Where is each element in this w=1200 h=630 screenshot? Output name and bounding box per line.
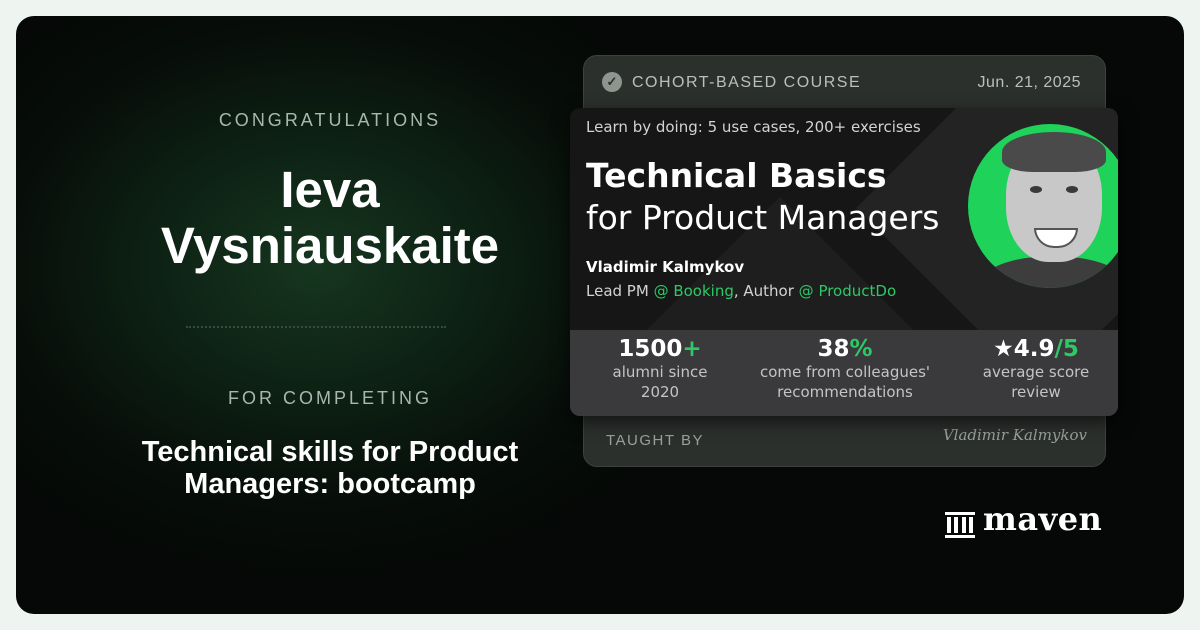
stat-alumni: 1500+ alumni since 2020 — [590, 330, 730, 402]
taught-by-label: TAUGHT BY — [606, 432, 704, 449]
course-title-line1: Technical Basics — [586, 156, 887, 195]
instructor-signature: Vladimir Kalmykov — [942, 426, 1087, 444]
stat-caption: 2020 — [640, 383, 680, 401]
stat-value: 1500 — [618, 336, 683, 362]
stat-accent: + — [682, 336, 702, 362]
instructor-role: Lead PM @ Booking, Author @ ProductDo — [586, 282, 896, 300]
course-banner: Learn by doing: 5 use cases, 200+ exerci… — [570, 108, 1118, 416]
stat-accent: /5 — [1054, 336, 1079, 362]
instructor-avatar — [968, 124, 1118, 288]
stat-rating: ★4.9/5 average score review — [966, 330, 1106, 402]
brand-name: maven — [983, 500, 1103, 538]
stat-recommendations: 38% come from colleagues' recommendation… — [750, 330, 940, 402]
stat-caption: average score — [982, 363, 1090, 381]
stat-value: ★4.9 — [993, 336, 1055, 362]
verified-check-icon: ✓ — [602, 72, 622, 92]
stat-caption: come from colleagues' — [759, 363, 931, 381]
role-mid: , Author — [733, 282, 799, 300]
stat-caption: alumni since — [612, 363, 708, 381]
congratulations-label: CONGRATULATIONS — [218, 110, 442, 130]
course-name-line2: Managers: bootcamp — [184, 468, 476, 500]
recipient-name: Ieva Vysniauskaite — [16, 162, 644, 274]
course-tagline: Learn by doing: 5 use cases, 200+ exerci… — [586, 118, 921, 136]
role-company-booking: @ Booking — [653, 282, 734, 300]
for-completing-label: FOR COMPLETING — [227, 388, 432, 408]
stat-caption: review — [1011, 383, 1061, 401]
completed-course-name: Technical skills for Product Managers: b… — [16, 436, 644, 500]
recipient-panel: CONGRATULATIONS Ieva Vysniauskaite FOR C… — [16, 16, 644, 614]
stat-value: 38 — [817, 336, 850, 362]
course-name-line1: Technical skills for Product — [141, 436, 519, 468]
recipient-first-name: Ieva — [280, 161, 380, 218]
role-company-productdo: @ ProductDo — [798, 282, 897, 300]
columns-icon — [945, 512, 975, 538]
stat-caption: recommendations — [777, 383, 913, 401]
course-date: Jun. 21, 2025 — [977, 74, 1081, 91]
instructor-name: Vladimir Kalmykov — [586, 258, 745, 276]
cohort-badge-label: COHORT-BASED COURSE — [632, 74, 862, 91]
divider — [186, 326, 446, 328]
recipient-last-name: Vysniauskaite — [160, 217, 500, 274]
course-stats: 1500+ alumni since 2020 38% come from co… — [570, 330, 1118, 416]
stat-accent: % — [849, 336, 873, 362]
course-title-line2: for Product Managers — [586, 198, 940, 237]
role-prefix: Lead PM — [586, 282, 654, 300]
